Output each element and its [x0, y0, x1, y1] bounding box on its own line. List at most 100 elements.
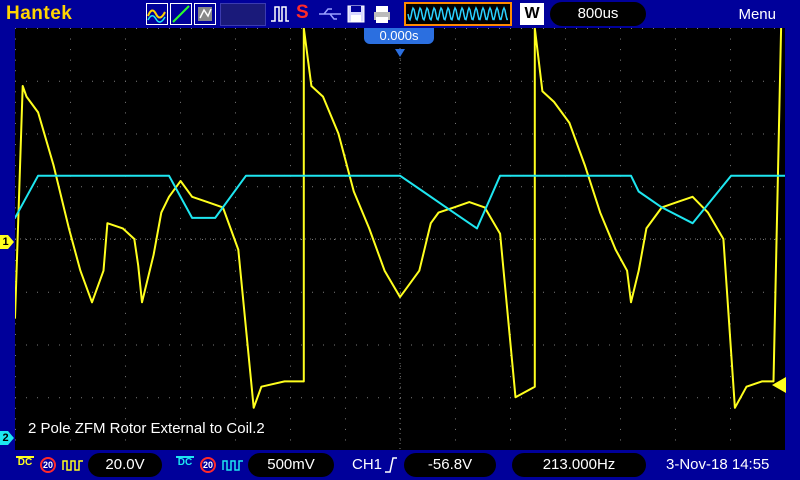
grid-dot: [675, 365, 676, 367]
grid-dot: [708, 397, 709, 399]
trigger-level-icon[interactable]: [772, 377, 786, 393]
grid-dot: [730, 49, 731, 51]
ch1-sample-point: [191, 196, 193, 198]
grid-dot: [389, 344, 390, 346]
grid-dot: [70, 365, 71, 367]
save-icon[interactable]: [346, 4, 366, 24]
grid-dot: [609, 291, 610, 293]
grid-dot: [70, 207, 71, 209]
grid-dot: [356, 186, 357, 188]
grid-dot: [70, 291, 71, 293]
grid-dot: [334, 80, 335, 82]
grid-dot: [15, 397, 16, 399]
grid-dot: [620, 144, 621, 146]
grid-dot: [70, 28, 71, 29]
grid-dot: [675, 28, 676, 29]
grid-dot: [697, 28, 698, 29]
trigger-level[interactable]: -56.8V: [404, 453, 496, 477]
grid-dot: [752, 133, 753, 135]
grid-dot: [235, 333, 236, 335]
grid-dot: [521, 80, 522, 82]
grid-dot: [136, 291, 137, 293]
ch1-sample-point: [179, 180, 182, 182]
grid-dot: [499, 133, 500, 135]
grid-dot: [510, 122, 511, 124]
grid-dot: [70, 186, 71, 188]
grid-dot: [15, 154, 16, 156]
grid-dot: [15, 144, 16, 146]
grid-dot: [422, 133, 423, 135]
grid-dot: [466, 133, 467, 135]
waveform-icon[interactable]: [146, 3, 168, 25]
ch2-volts-div[interactable]: 500mV: [248, 453, 334, 477]
grid-dot: [433, 344, 434, 346]
persistence-icon[interactable]: [194, 3, 216, 25]
grid-dot: [235, 281, 236, 283]
grid-dot: [642, 186, 643, 188]
grid-dot: [653, 291, 654, 293]
grid-dot: [521, 239, 522, 240]
grid-dot: [125, 91, 126, 93]
grid-dot: [620, 407, 621, 409]
grid-dot: [15, 333, 16, 335]
timebase-readout[interactable]: 800us: [550, 2, 646, 26]
grid-dot: [70, 196, 71, 198]
grid-dot: [488, 397, 489, 399]
grid-dot: [48, 397, 49, 399]
grid-dot: [400, 101, 401, 103]
grid-dot: [752, 291, 753, 293]
grid-dot: [510, 312, 511, 314]
grid-dot: [565, 207, 566, 209]
bottom-status-bar: DC 20 20.0V DC 20 500mV CH1 -56.8V 213.0…: [0, 450, 800, 480]
grid-dot: [730, 207, 731, 209]
ch1-sample-point: [102, 269, 105, 272]
grid-dot: [565, 344, 566, 346]
grid-dot: [224, 344, 225, 346]
grid-dot: [466, 186, 467, 188]
grid-dot: [532, 133, 533, 135]
ch1-volts-div[interactable]: 20.0V: [88, 453, 162, 477]
grid-dot: [488, 186, 489, 188]
grid-dot: [235, 355, 236, 357]
ch1-probe-icon: [62, 458, 84, 472]
grid-dot: [730, 249, 731, 251]
grid-dot: [180, 165, 181, 167]
grid-dot: [752, 344, 753, 346]
menu-button[interactable]: Menu: [738, 6, 776, 23]
memory-waveform-icon[interactable]: [404, 2, 512, 26]
grid-dot: [675, 291, 676, 293]
grid-dot: [708, 186, 709, 188]
grid-dot: [719, 28, 720, 29]
grid-dot: [81, 80, 82, 82]
grid-dot: [664, 80, 665, 82]
grid-dot: [730, 428, 731, 430]
grid-dot: [70, 344, 71, 346]
grid-dot: [455, 144, 456, 146]
ch1-sample-point: [707, 211, 709, 214]
grid-dot: [565, 270, 566, 272]
grid-dot: [411, 397, 412, 399]
grid-dot: [466, 397, 467, 399]
grid-dot: [532, 28, 533, 29]
grid-dot: [620, 70, 621, 72]
grid-dot: [37, 186, 38, 188]
grid-dot: [708, 291, 709, 293]
grid-dot: [235, 323, 236, 325]
grid-dot: [323, 397, 324, 399]
grid-dot: [741, 80, 742, 82]
grid-dot: [290, 397, 291, 399]
grid-dot: [290, 260, 291, 262]
print-icon[interactable]: [372, 4, 392, 24]
grid-dot: [675, 59, 676, 61]
grid-dot: [576, 344, 577, 346]
grid-dot: [510, 91, 511, 93]
grid-dot: [400, 196, 401, 198]
grid-dot: [675, 38, 676, 40]
grid-dot: [345, 355, 346, 357]
grid-dot: [730, 217, 731, 219]
grid-dot: [235, 260, 236, 262]
grid-dot: [92, 291, 93, 293]
grid-dot: [510, 186, 511, 188]
grid-dot: [70, 376, 71, 378]
vector-mode-icon[interactable]: [170, 3, 192, 25]
